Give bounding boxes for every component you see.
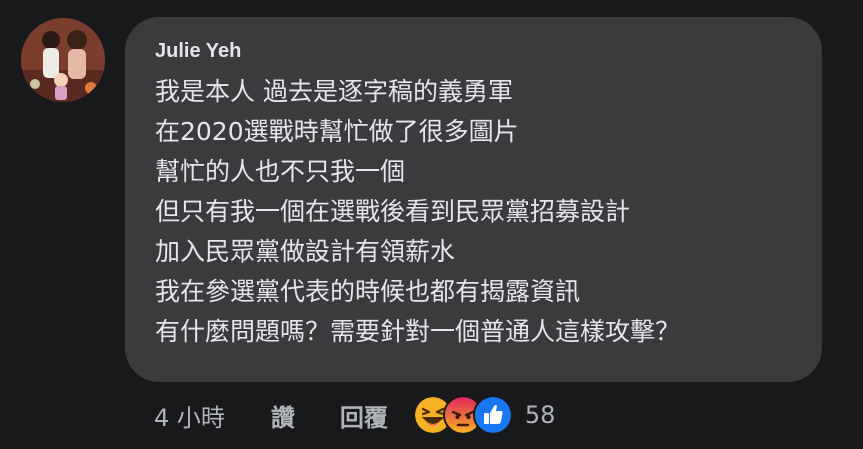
- comment-actions-bar: 4 小時 讚 回覆 58: [154, 395, 555, 435]
- comment-line: 但只有我一個在選戰後看到民眾黨招募設計: [155, 197, 631, 226]
- comment-line: 加入民眾黨做設計有領薪水: [155, 237, 456, 266]
- comment-line: 在2020選戰時幫忙做了很多圖片: [155, 117, 519, 146]
- author-avatar[interactable]: [21, 18, 105, 102]
- comment-author-name[interactable]: Julie Yeh: [155, 39, 822, 63]
- like-button[interactable]: 讚: [271, 398, 295, 433]
- comment-body: 我是本人 過去是逐字稿的義勇軍 在2020選戰時幫忙做了很多圖片 幫忙的人也不只…: [155, 72, 822, 352]
- reply-button[interactable]: 回覆: [340, 398, 388, 433]
- reactions-summary[interactable]: [412, 395, 513, 435]
- comment-line: 有什麼問題嗎？需要針對一個普通人這樣攻擊？: [155, 317, 681, 346]
- comment-line: 幫忙的人也不只我一個: [155, 157, 406, 186]
- reaction-count[interactable]: 58: [525, 401, 556, 429]
- like-icon: [472, 395, 513, 435]
- comment-line: 我在參選黨代表的時候也都有揭露資訊: [155, 277, 581, 306]
- avatar-photo: [21, 18, 105, 102]
- comment-timestamp[interactable]: 4 小時: [154, 398, 225, 433]
- comment-bubble: Julie Yeh 我是本人 過去是逐字稿的義勇軍 在2020選戰時幫忙做了很多…: [125, 17, 822, 382]
- comment-line: 我是本人 過去是逐字稿的義勇軍: [155, 77, 513, 106]
